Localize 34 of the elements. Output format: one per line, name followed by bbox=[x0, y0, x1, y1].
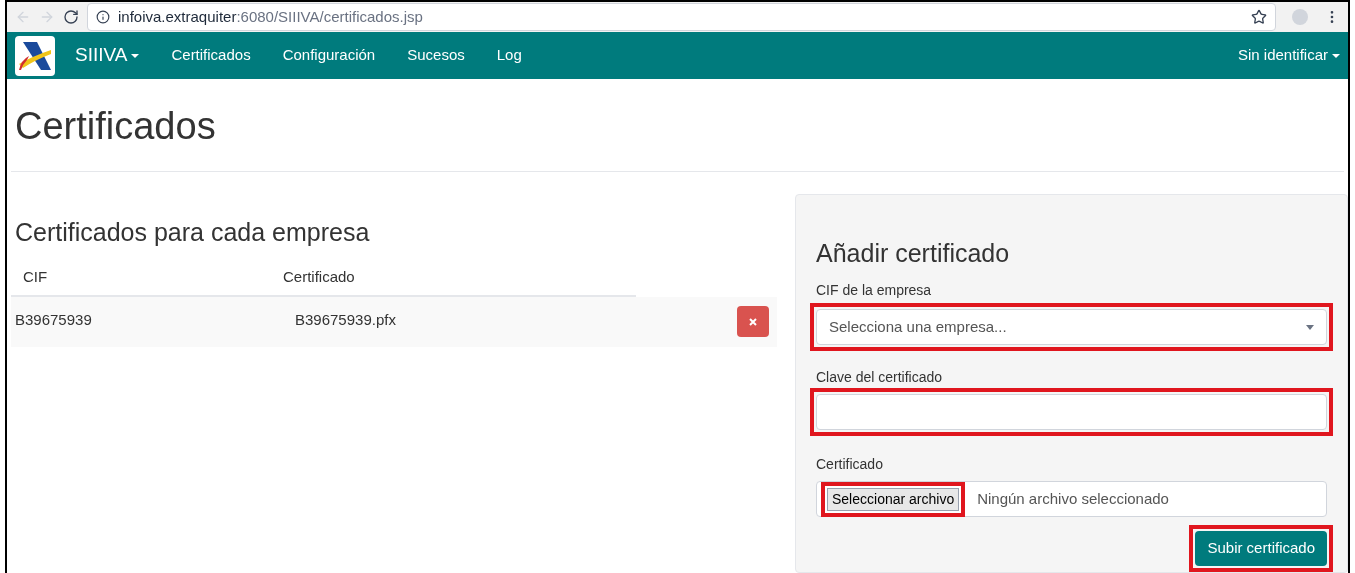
submit-button[interactable]: Subir certificado bbox=[1195, 531, 1327, 566]
caret-icon bbox=[1332, 53, 1340, 58]
delete-button[interactable] bbox=[737, 306, 769, 337]
nav-link[interactable]: Certificados bbox=[171, 44, 251, 67]
column-header: Certificado bbox=[283, 266, 355, 287]
form-title: Añadir certificado bbox=[816, 237, 1011, 269]
company-select[interactable]: Selecciona una empresa... bbox=[816, 309, 1327, 345]
file-status: Ningún archivo seleccionado bbox=[977, 488, 1169, 509]
nav-link[interactable]: Log bbox=[496, 44, 522, 67]
user-menu[interactable]: Sin identificar bbox=[1237, 44, 1340, 67]
field-label: Certificado bbox=[816, 455, 884, 474]
address-bar[interactable]: infoiva.extraquiter:6080/SIIIVA/certificados.jsp bbox=[87, 3, 1276, 32]
field-label: CIF de la empresa bbox=[816, 281, 933, 300]
brand-menu[interactable]: SIIIVA bbox=[75, 41, 140, 70]
select-placeholder: Selecciona una empresa... bbox=[829, 316, 1008, 337]
reload-icon[interactable] bbox=[63, 9, 79, 26]
bookmark-star-icon[interactable] bbox=[1251, 9, 1267, 26]
choose-file-button[interactable]: Seleccionar archivo bbox=[827, 487, 960, 511]
table-cell-text: B39675939 bbox=[14, 310, 93, 330]
logo-icon bbox=[15, 35, 55, 76]
close-icon bbox=[749, 317, 757, 326]
column-header: CIF bbox=[22, 266, 49, 287]
nav-link[interactable]: Sucesos bbox=[407, 44, 465, 67]
url-path: :6080/SIIIVA/certificados.jsp bbox=[236, 6, 423, 27]
dropdown-caret-icon bbox=[1306, 324, 1314, 330]
page-title: Certificados bbox=[15, 104, 217, 149]
field-label: Clave del certificado bbox=[816, 368, 944, 387]
nav-link[interactable]: Configuración bbox=[282, 44, 376, 67]
table-cell-text: B39675939.pfx bbox=[295, 310, 397, 330]
password-field[interactable] bbox=[816, 394, 1327, 430]
section-title: Certificados para cada empresa bbox=[15, 216, 371, 248]
caret-icon bbox=[131, 53, 140, 58]
info-icon[interactable] bbox=[96, 10, 110, 25]
url-host: infoiva.extraquiter bbox=[118, 6, 237, 27]
